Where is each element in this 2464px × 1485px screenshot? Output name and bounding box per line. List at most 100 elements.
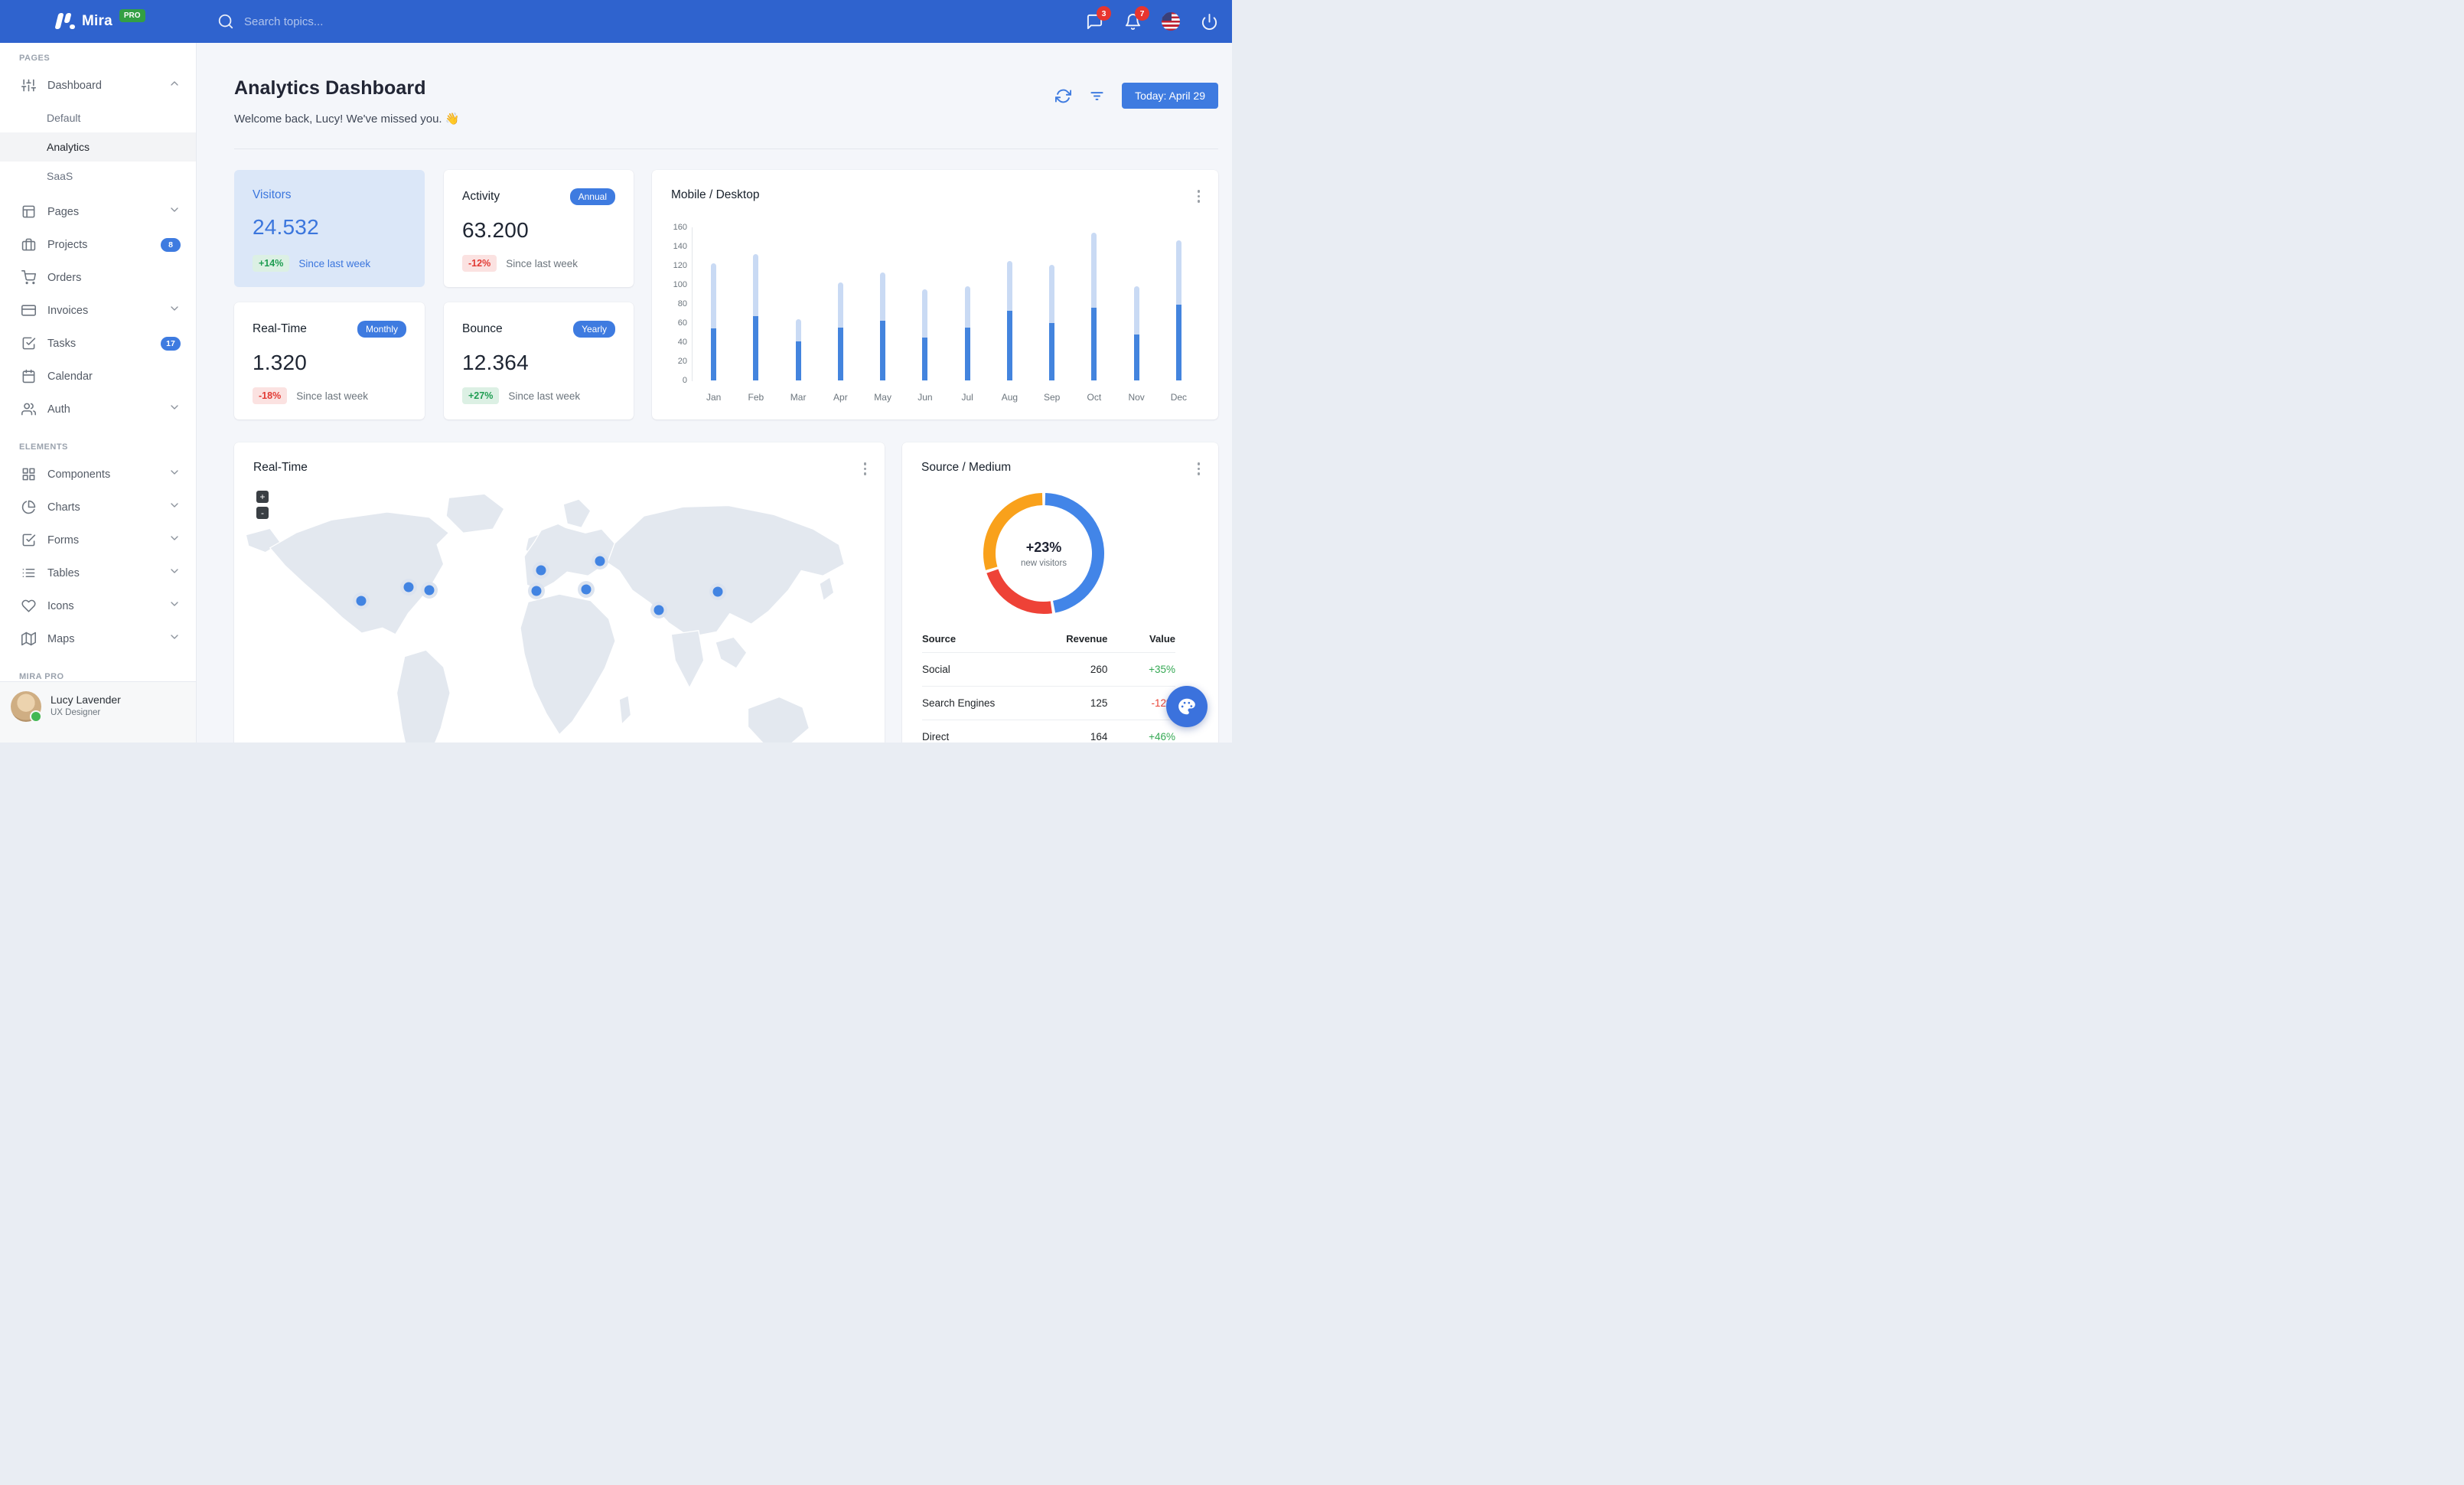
grid-icon xyxy=(22,468,35,481)
sidebar-subitem-saas[interactable]: SaaS xyxy=(0,162,196,191)
sidebar-item-components[interactable]: Components xyxy=(0,458,196,491)
world-map xyxy=(245,493,845,742)
sidebar-item-dashboard[interactable]: Dashboard xyxy=(0,69,196,102)
sidebar-item-label: Forms xyxy=(47,534,80,547)
sidebar-item-pages[interactable]: Pages xyxy=(0,195,196,228)
cart-icon xyxy=(21,270,36,285)
donut-center-value: +23% xyxy=(1025,539,1062,555)
map-visitor-marker[interactable] xyxy=(403,582,414,592)
sliders-icon xyxy=(21,79,36,92)
map-visitor-marker[interactable] xyxy=(712,586,723,597)
sidebar-subitem-default[interactable]: Default xyxy=(0,103,196,132)
sidebar-item-orders[interactable]: Orders xyxy=(0,261,196,294)
sidebar-item-label: Auth xyxy=(47,403,70,416)
map-zoom-out-button[interactable]: - xyxy=(256,507,269,519)
map-zoom-in-button[interactable]: + xyxy=(256,491,269,503)
map-visitor-marker[interactable] xyxy=(424,585,435,596)
donut-chart: +23% new visitors xyxy=(983,492,1105,615)
theme-settings-fab[interactable] xyxy=(1166,686,1208,727)
stat-card-bounce: Bounce Yearly 12.364 +27% Since last week xyxy=(444,302,634,419)
refresh-icon xyxy=(1054,89,1071,103)
notifications-count-badge: 7 xyxy=(1135,6,1149,21)
header-actions: Today: April 29 xyxy=(1054,83,1218,109)
period-pill: Monthly xyxy=(357,321,406,338)
sidebar-item-label: Dashboard xyxy=(47,79,102,92)
sidebar-profile[interactable]: Lucy Lavender UX Designer xyxy=(0,681,196,742)
bar-mobile-segment xyxy=(1049,323,1055,380)
header-divider xyxy=(234,148,1218,149)
period-pill: Annual xyxy=(569,188,615,205)
power-icon xyxy=(1201,13,1217,30)
palette-icon xyxy=(1178,698,1195,715)
y-tick-label: 160 xyxy=(673,223,687,232)
stat-card-visitors: Visitors 24.532 +14% Since last week xyxy=(234,170,425,287)
sidebar-item-forms[interactable]: Forms xyxy=(0,524,196,556)
global-search xyxy=(217,0,458,43)
notifications-button[interactable]: 7 xyxy=(1123,6,1149,31)
source-cell: Direct xyxy=(922,731,950,742)
chev-down-icon xyxy=(171,635,178,639)
x-tick-label: Apr xyxy=(833,392,848,403)
chev-down-icon xyxy=(171,306,178,311)
map-visitor-marker[interactable] xyxy=(536,565,546,576)
sidebar-item-label: Pages xyxy=(47,205,80,218)
language-button[interactable] xyxy=(1162,12,1180,31)
refresh-button[interactable] xyxy=(1054,87,1071,104)
stat-note: Since last week xyxy=(506,257,578,269)
us-flag-icon xyxy=(1162,12,1180,31)
mobile-desktop-chart-card: Mobile / Desktop 160 140 120 100 80 60 40 20 0 J… xyxy=(652,170,1218,419)
revenue-cell: 125 xyxy=(1090,697,1108,709)
map-visitor-marker[interactable] xyxy=(653,605,664,615)
sidebar-item-icons[interactable]: Icons xyxy=(0,589,196,622)
logout-button[interactable] xyxy=(1200,12,1218,31)
sidebar-item-auth[interactable]: Auth xyxy=(0,393,196,426)
check-square-icon xyxy=(22,534,36,547)
brand-name: Mira xyxy=(82,13,112,29)
source-table-row: Direct 164 +46% xyxy=(922,720,1175,742)
credit-card-icon xyxy=(21,305,36,316)
bar-mobile-segment xyxy=(753,316,759,380)
y-tick-label: 140 xyxy=(673,242,687,251)
profile-role: UX Designer xyxy=(51,708,101,717)
source-table-row: Search Engines 125 -12% xyxy=(922,686,1175,720)
sidebar: PAGES Dashboard Default Analytics SaaS Pages P… xyxy=(0,43,197,742)
sidebar-subitem-analytics[interactable]: Analytics xyxy=(0,132,196,162)
filter-button[interactable] xyxy=(1088,87,1105,104)
map-visitor-marker[interactable] xyxy=(595,556,605,566)
source-medium-menu-button[interactable] xyxy=(1195,459,1204,478)
chev-down-icon xyxy=(171,503,178,508)
search-input[interactable] xyxy=(244,15,458,28)
map-visitor-marker[interactable] xyxy=(531,586,542,596)
chart-menu-button[interactable] xyxy=(1195,187,1204,206)
sidebar-count-badge: 17 xyxy=(161,336,181,351)
source-table-body: Social 260 +35% Search Engines 125 -12% Direct… xyxy=(922,652,1175,742)
sidebar-item-tasks[interactable]: Tasks 17 xyxy=(0,327,196,360)
y-tick-label: 120 xyxy=(673,261,687,270)
map-visitor-marker[interactable] xyxy=(581,584,592,595)
date-range-button[interactable]: Today: April 29 xyxy=(1122,83,1218,109)
realtime-map-card: Real-Time + - xyxy=(234,442,885,742)
brand[interactable]: Mira PRO xyxy=(54,0,145,43)
sidebar-item-calendar[interactable]: Calendar xyxy=(0,360,196,393)
stacked-bar-plot xyxy=(693,227,1200,380)
source-table-header: Source Revenue Value xyxy=(922,625,1175,652)
map-visitor-marker[interactable] xyxy=(356,596,367,606)
profile-name: Lucy Lavender xyxy=(51,694,121,706)
source-table: Source Revenue Value Social 260 +35% Search… xyxy=(922,625,1175,742)
sidebar-item-tables[interactable]: Tables xyxy=(0,556,196,589)
stat-delta-badge: +14% xyxy=(253,255,290,272)
sidebar-item-projects[interactable]: Projects 8 xyxy=(0,228,196,261)
messages-button[interactable]: 3 xyxy=(1085,6,1111,31)
pie-icon xyxy=(21,500,36,514)
sidebar-item-maps[interactable]: Maps xyxy=(0,622,196,655)
stat-card-activity: Activity Annual 63.200 -12% Since last wee… xyxy=(444,170,634,287)
value-cell: +46% xyxy=(1149,731,1175,742)
sidebar-item-charts[interactable]: Charts xyxy=(0,491,196,524)
stat-note: Since last week xyxy=(508,390,581,402)
stacked-bar-jan xyxy=(711,263,717,380)
chev-down-icon xyxy=(171,405,178,410)
list-icon xyxy=(22,568,35,578)
source-cell: Search Engines xyxy=(922,697,996,709)
analytics-dashboard-screen: Mira PRO 3 7 PAGESDashboardDefaul xyxy=(0,0,1232,742)
sidebar-item-invoices[interactable]: Invoices xyxy=(0,294,196,327)
